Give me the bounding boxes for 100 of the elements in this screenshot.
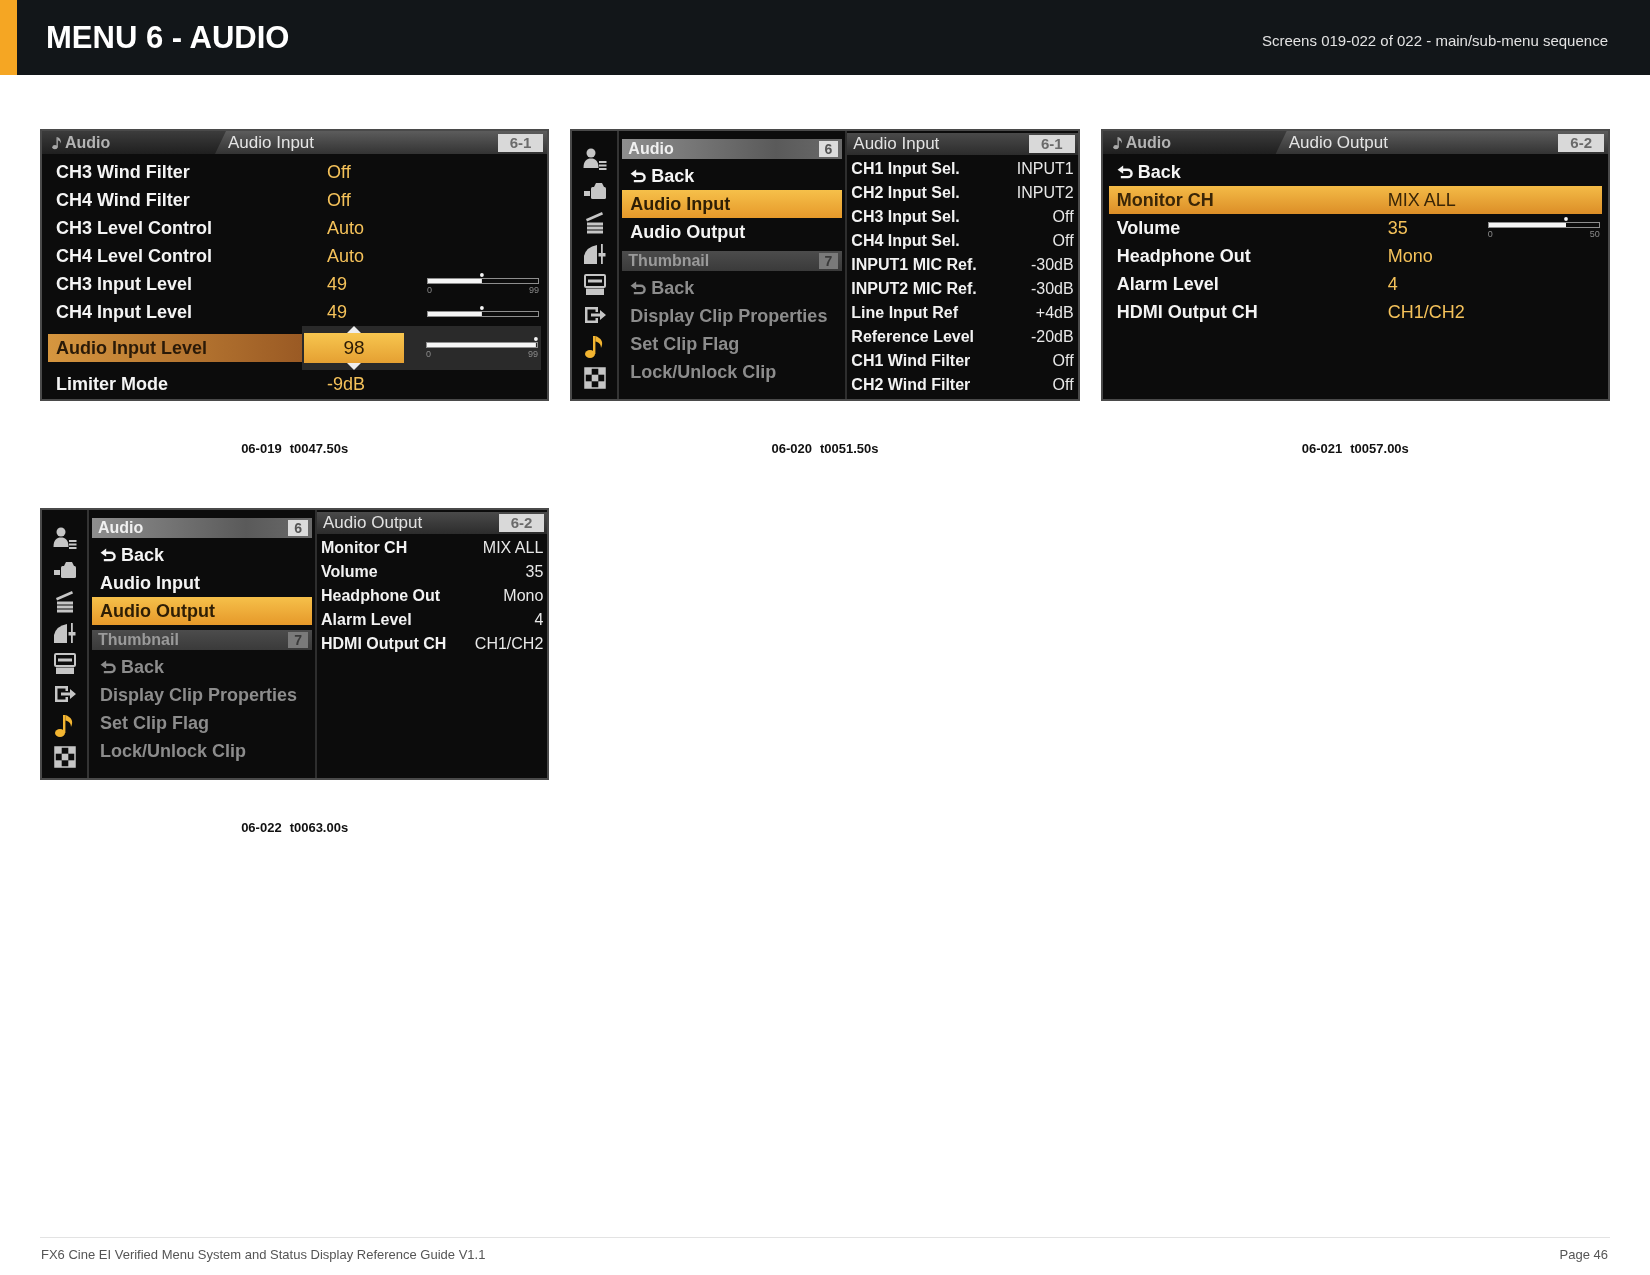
value-field[interactable]: 98	[304, 333, 404, 363]
scale-max-label: 99	[528, 349, 538, 359]
setting-label: Volume	[321, 563, 378, 581]
up-arrow-icon[interactable]	[347, 326, 361, 333]
setting-label: CH2 Input Sel.	[851, 184, 960, 202]
back-button[interactable]: Back	[622, 274, 843, 302]
setting-value: Auto	[327, 217, 366, 239]
menu-item[interactable]: Lock/Unlock Clip	[92, 737, 312, 765]
screen-number: 06-021	[1301, 441, 1343, 456]
setting-value: +4dB	[1035, 304, 1074, 322]
screen-number: 06-020	[771, 441, 812, 456]
music-note-icon	[1112, 135, 1123, 150]
page-number: Page 46	[1559, 1247, 1608, 1262]
menu-item[interactable]: Display Clip Properties	[92, 681, 312, 709]
setting-label: CH1 Input Sel.	[851, 160, 960, 178]
section-number-badge: 6	[818, 141, 839, 157]
screen-number: 06-019	[241, 441, 282, 456]
section-number-badge: 7	[288, 632, 308, 648]
scale-min-label: 0	[1487, 229, 1493, 239]
menu-item[interactable]: CH4 Input Level	[48, 301, 327, 323]
setting-value: MIX ALL	[482, 539, 544, 557]
setting-value: INPUT2	[1016, 184, 1074, 202]
page-number-badge: 6-1	[1028, 135, 1075, 153]
back-button[interactable]: Back	[92, 653, 312, 681]
menu-item[interactable]: Alarm Level	[1108, 273, 1388, 295]
menu-item[interactable]: Lock/Unlock Clip	[622, 358, 843, 386]
setting-label: INPUT1 MIC Ref.	[851, 256, 977, 274]
section-title: Audio	[628, 140, 674, 158]
footer-title: FX6 Cine EI Verified Menu System and Status Display Reference Guide V1.1	[41, 1247, 486, 1262]
timestamp: t0063.00s	[289, 820, 349, 835]
setting-value: 49	[327, 301, 349, 323]
menu-item[interactable]: CH3 Wind Filter	[48, 161, 327, 183]
setting-value: Off	[1052, 208, 1074, 226]
setting-value: Off	[1052, 376, 1074, 394]
section-number-badge: 6	[288, 520, 308, 536]
back-button[interactable]: Back	[622, 162, 843, 190]
section-title: Audio	[98, 519, 144, 537]
menu-item[interactable]: Set Clip Flag	[92, 709, 312, 737]
setting-value: CH1/CH2	[1387, 301, 1466, 323]
setting-value: 4	[534, 611, 544, 629]
checkerboard-icon[interactable]	[52, 745, 77, 770]
setting-value: Off	[327, 161, 352, 183]
display-icon[interactable]	[582, 272, 607, 297]
page-number-badge: 6-2	[1558, 133, 1604, 152]
menu-item[interactable]: Volume	[1108, 217, 1388, 239]
down-arrow-icon[interactable]	[347, 363, 361, 370]
person-list-icon[interactable]	[582, 147, 607, 171]
back-button[interactable]: Back	[1108, 161, 1388, 183]
menu-title: Audio Output	[1288, 132, 1388, 153]
menu-item[interactable]: Audio Output	[92, 597, 312, 625]
back-arrow-icon	[630, 169, 648, 183]
setting-value: CH1/CH2	[474, 635, 544, 653]
section-number-badge: 7	[818, 253, 839, 269]
breadcrumb-label: Audio	[65, 133, 111, 152]
menu-item[interactable]: CH4 Level Control	[48, 245, 327, 267]
setting-label: Line Input Ref	[851, 304, 958, 322]
section-title: Thumbnail	[628, 252, 710, 270]
setting-label: CH2 Wind Filter	[851, 376, 971, 394]
setting-value: 35	[525, 563, 544, 581]
setting-label: CH3 Input Sel.	[851, 208, 960, 226]
menu-item[interactable]: Monitor CH	[1108, 189, 1388, 211]
menu-item[interactable]: Audio Output	[622, 218, 843, 246]
back-button[interactable]: Back	[92, 541, 312, 569]
page-title: MENU 6 - AUDIO	[46, 19, 290, 56]
scale-max-label: 50	[1589, 229, 1600, 239]
setting-label: CH4 Input Sel.	[851, 232, 960, 250]
screen-number: 06-022	[241, 820, 282, 835]
page-number-badge: 6-2	[498, 514, 545, 532]
page-number-badge: 6-1	[497, 133, 544, 152]
setting-value: Off	[327, 189, 352, 211]
menu-item[interactable]: CH3 Level Control	[48, 217, 327, 239]
person-list-icon[interactable]	[52, 526, 77, 550]
display-icon[interactable]	[52, 651, 77, 676]
breadcrumb-label: Audio	[1125, 133, 1171, 152]
setting-label: Reference Level	[851, 328, 975, 346]
menu-item[interactable]: Set Clip Flag	[622, 330, 843, 358]
setting-value: -30dB	[1030, 256, 1074, 274]
setting-value: Off	[1052, 352, 1074, 370]
menu-title: Audio Input	[228, 132, 314, 153]
back-arrow-icon	[100, 548, 117, 562]
back-arrow-icon	[100, 660, 117, 674]
menu-item[interactable]: Headphone Out	[1108, 245, 1388, 267]
menu-item[interactable]: CH4 Wind Filter	[48, 189, 327, 211]
setting-value: MIX ALL	[1387, 189, 1457, 211]
menu-item[interactable]: CH3 Input Level	[48, 273, 327, 295]
setting-value: Mono	[503, 587, 544, 605]
setting-label: CH1 Wind Filter	[851, 352, 971, 370]
menu-item[interactable]: Audio Input Level	[48, 334, 302, 362]
scale-max-label: 99	[529, 285, 539, 295]
setting-value: 49	[327, 273, 349, 295]
menu-item[interactable]: Audio Input	[622, 190, 843, 218]
checkerboard-icon[interactable]	[582, 366, 607, 391]
section-title: Thumbnail	[98, 631, 179, 649]
menu-item[interactable]: Audio Input	[92, 569, 312, 597]
menu-item[interactable]: Limiter Mode	[48, 373, 327, 395]
menu-item[interactable]: Display Clip Properties	[622, 302, 843, 330]
menu-item[interactable]: HDMI Output CH	[1108, 301, 1388, 323]
page-subtitle: Screens 019-022 of 022 - main/sub-menu sequence	[1261, 32, 1608, 49]
setting-value: -30dB	[1030, 280, 1074, 298]
back-arrow-icon	[630, 281, 648, 295]
